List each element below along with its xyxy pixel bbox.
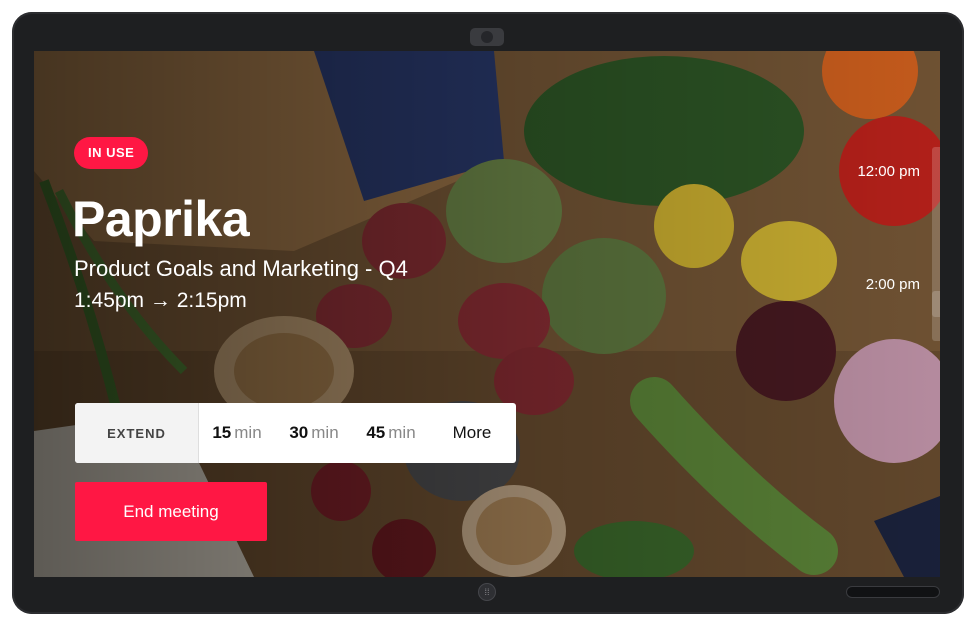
extend-unit: min — [388, 423, 416, 442]
extend-45-min-button[interactable]: 45 min — [353, 403, 429, 463]
extend-minutes: 15 — [212, 423, 232, 442]
tablet-device: 12:00 pm 2:00 pm IN USE Paprika Product … — [12, 12, 964, 614]
room-display-screen: 12:00 pm 2:00 pm IN USE Paprika Product … — [34, 51, 940, 577]
timeline-label: 12:00 pm — [857, 163, 920, 180]
extend-15-min-button[interactable]: 15 min — [199, 403, 275, 463]
end-meeting-button[interactable]: End meeting — [75, 482, 267, 541]
extend-unit: min — [311, 423, 339, 442]
timeline-block — [932, 291, 940, 341]
extend-minutes: 45 — [366, 423, 386, 442]
extend-30-min-button[interactable]: 30 min — [275, 403, 353, 463]
extend-bar: EXTEND 15 min 30 min 45 min More — [75, 403, 516, 463]
extend-more-button[interactable]: More — [429, 403, 515, 463]
room-name: Paprika — [72, 191, 250, 247]
device-slot — [846, 586, 940, 598]
extend-minutes: 30 — [289, 423, 309, 442]
meeting-time: 1:45pm → 2:15pm — [74, 289, 247, 312]
camera-icon — [470, 28, 504, 46]
home-button-icon[interactable] — [478, 583, 496, 601]
extend-label: EXTEND — [75, 403, 199, 463]
meeting-title: Product Goals and Marketing - Q4 — [74, 256, 408, 281]
timeline-label: 2:00 pm — [865, 276, 920, 293]
status-badge: IN USE — [74, 137, 149, 169]
extend-unit: min — [234, 423, 262, 442]
